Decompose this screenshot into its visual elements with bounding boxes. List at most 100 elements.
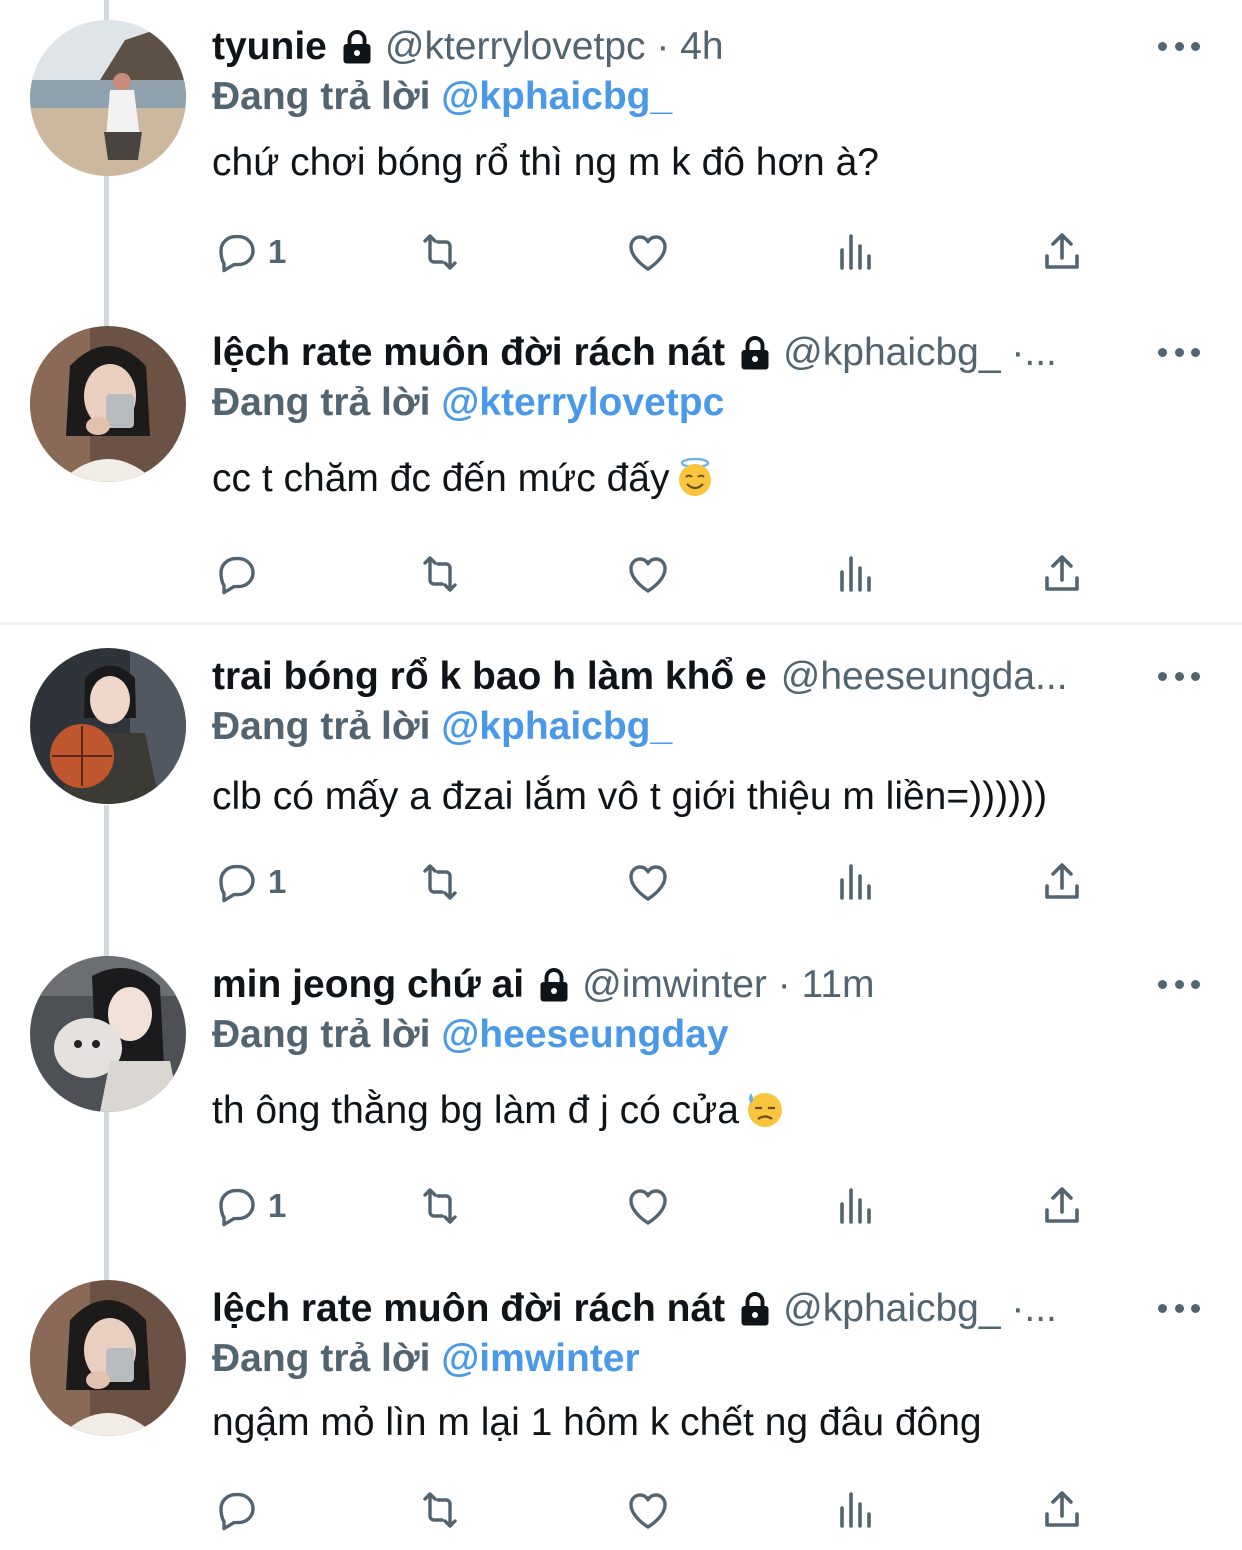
- views-button[interactable]: [832, 856, 880, 908]
- reply-count: 1: [268, 233, 287, 270]
- replying-to: Đang trả lời @heeseungday: [212, 1010, 729, 1060]
- lock-icon: [339, 29, 375, 65]
- reply-button[interactable]: [212, 1484, 268, 1536]
- reply-button[interactable]: 1: [212, 1180, 286, 1232]
- reply-count: 1: [268, 1187, 287, 1224]
- heart-icon: [624, 1486, 672, 1534]
- share-button[interactable]: [1038, 856, 1086, 908]
- views-button[interactable]: [832, 548, 880, 600]
- display-name[interactable]: lệch rate muôn đời rách nát: [212, 328, 725, 378]
- lock-icon: [737, 1291, 773, 1327]
- views-button[interactable]: [832, 226, 880, 278]
- share-button[interactable]: [1038, 1484, 1086, 1536]
- replying-to-label: Đang trả lời: [212, 1337, 431, 1380]
- tweet[interactable]: min jeong chứ ai @imwinter · 11m Đang tr…: [0, 956, 1242, 1250]
- speech-bubble-icon: [212, 550, 260, 598]
- replying-to: Đang trả lời @kphaicbg_: [212, 702, 672, 752]
- retweet-button[interactable]: [416, 548, 464, 600]
- action-bar: 1: [212, 856, 1112, 908]
- like-button[interactable]: [624, 226, 672, 278]
- tweet[interactable]: lệch rate muôn đời rách nát @kphaicbg_ ·…: [0, 326, 1242, 618]
- share-upload-icon: [1038, 858, 1086, 906]
- tweet[interactable]: trai bóng rổ k bao h làm khổ e @heeseung…: [0, 648, 1242, 942]
- more-dots-icon[interactable]: [1158, 974, 1200, 994]
- avatar[interactable]: [30, 648, 186, 804]
- bar-chart-icon: [832, 1486, 880, 1534]
- heart-icon: [624, 858, 672, 906]
- share-upload-icon: [1038, 550, 1086, 598]
- speech-bubble-icon: [212, 1486, 260, 1534]
- tweet-text: chứ chơi bóng rổ thì ng m k đô hơn à?: [212, 141, 879, 184]
- display-name[interactable]: trai bóng rổ k bao h làm khổ e: [212, 652, 767, 702]
- replying-to-label: Đang trả lời: [212, 75, 431, 118]
- share-button[interactable]: [1038, 1180, 1086, 1232]
- tweet-header: lệch rate muôn đời rách nát @kphaicbg_ ·…: [212, 328, 1142, 378]
- like-button[interactable]: [624, 1180, 672, 1232]
- lock-icon: [536, 967, 572, 1003]
- share-button[interactable]: [1038, 548, 1086, 600]
- display-name[interactable]: lệch rate muôn đời rách nát: [212, 1284, 725, 1334]
- retweet-button[interactable]: [416, 1484, 464, 1536]
- tweet-text-row: th ông thằng bg làm đ j có cửa: [212, 1084, 785, 1138]
- reply-button[interactable]: [212, 548, 268, 600]
- action-bar: 1: [212, 226, 1112, 278]
- replying-to-handle[interactable]: @heeseungday: [441, 1013, 728, 1056]
- replying-to: Đang trả lời @imwinter: [212, 1334, 640, 1384]
- smiling-face-with-halo-icon: [675, 457, 715, 497]
- handle-and-time[interactable]: @kterrylovetpc · 4h: [385, 22, 1142, 72]
- reply-count: 1: [268, 863, 287, 900]
- retweet-button[interactable]: [416, 1180, 464, 1232]
- views-button[interactable]: [832, 1180, 880, 1232]
- bar-chart-icon: [832, 1182, 880, 1230]
- more-dots-icon[interactable]: [1158, 342, 1200, 362]
- like-button[interactable]: [624, 856, 672, 908]
- replying-to: Đang trả lời @kterrylovetpc: [212, 378, 724, 428]
- more-dots-icon[interactable]: [1158, 36, 1200, 56]
- retweet-button[interactable]: [416, 856, 464, 908]
- tweet[interactable]: tyunie @kterrylovetpc · 4h Đang trả lời …: [0, 20, 1242, 312]
- retweet-icon: [416, 550, 464, 598]
- display-name[interactable]: tyunie: [212, 22, 327, 72]
- heart-icon: [624, 228, 672, 276]
- tweet[interactable]: lệch rate muôn đời rách nát @kphaicbg_ ·…: [0, 1280, 1242, 1550]
- avatar[interactable]: [30, 326, 186, 482]
- more-dots-icon[interactable]: [1158, 666, 1200, 686]
- replying-to-label: Đang trả lời: [212, 705, 431, 748]
- reply-button[interactable]: 1: [212, 226, 286, 278]
- like-button[interactable]: [624, 1484, 672, 1536]
- downcast-face-with-sweat-icon: [745, 1089, 785, 1129]
- share-upload-icon: [1038, 1486, 1086, 1534]
- lock-icon: [737, 335, 773, 371]
- like-button[interactable]: [624, 548, 672, 600]
- avatar[interactable]: [30, 956, 186, 1112]
- replying-to-handle[interactable]: @kphaicbg_: [441, 705, 672, 748]
- tweet-text: cc t chăm đc đến mức đấy: [212, 457, 670, 500]
- share-button[interactable]: [1038, 226, 1086, 278]
- tweet-text: th ông thằng bg làm đ j có cửa: [212, 1089, 739, 1132]
- views-button[interactable]: [832, 1484, 880, 1536]
- replying-to-handle[interactable]: @kterrylovetpc: [441, 381, 724, 424]
- retweet-icon: [416, 1182, 464, 1230]
- avatar[interactable]: [30, 1280, 186, 1436]
- replying-to: Đang trả lời @kphaicbg_: [212, 72, 672, 122]
- thread-divider: [0, 622, 1242, 625]
- reply-button[interactable]: 1: [212, 856, 286, 908]
- display-name[interactable]: min jeong chứ ai: [212, 960, 524, 1010]
- handle-and-time[interactable]: @imwinter · 11m: [582, 960, 1142, 1010]
- speech-bubble-icon: [212, 858, 260, 906]
- handle-and-time[interactable]: @kphaicbg_ ·...: [783, 1284, 1142, 1334]
- share-upload-icon: [1038, 228, 1086, 276]
- more-dots-icon[interactable]: [1158, 1298, 1200, 1318]
- replying-to-handle[interactable]: @imwinter: [441, 1337, 639, 1380]
- retweet-icon: [416, 228, 464, 276]
- handle-and-time[interactable]: @heeseungda...: [781, 652, 1142, 702]
- action-bar: [212, 1484, 1112, 1536]
- retweet-button[interactable]: [416, 226, 464, 278]
- replying-to-handle[interactable]: @kphaicbg_: [441, 75, 672, 118]
- tweet-header: trai bóng rổ k bao h làm khổ e @heeseung…: [212, 652, 1142, 702]
- avatar[interactable]: [30, 20, 186, 176]
- tweet-header: min jeong chứ ai @imwinter · 11m: [212, 960, 1142, 1010]
- handle-and-time[interactable]: @kphaicbg_ ·...: [783, 328, 1142, 378]
- speech-bubble-icon: [212, 228, 260, 276]
- bar-chart-icon: [832, 550, 880, 598]
